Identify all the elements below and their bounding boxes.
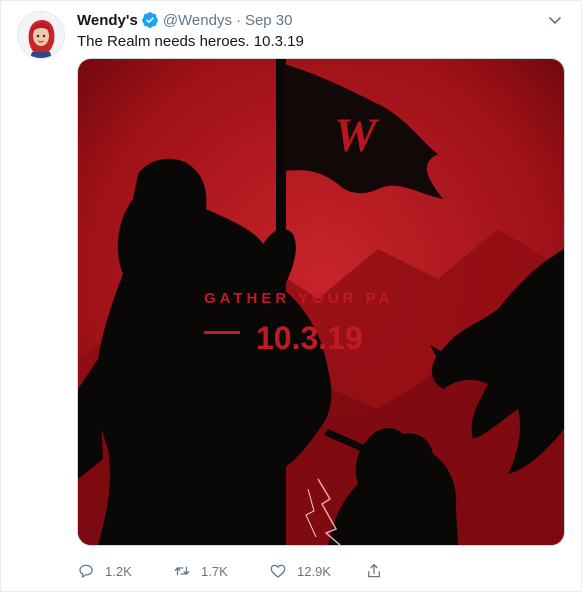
avatar[interactable] bbox=[17, 11, 65, 59]
retweet-count: 1.7K bbox=[201, 563, 228, 579]
tweet-card[interactable]: Wendy's @Wendys · Sep 30 The Realm needs… bbox=[0, 0, 582, 592]
like-count: 12.9K bbox=[297, 563, 331, 579]
tweet-date[interactable]: Sep 30 bbox=[245, 12, 293, 29]
tweet-media[interactable]: W GATHER YOUR PA 10.3.19 bbox=[77, 58, 565, 546]
tweet-header: Wendy's @Wendys · Sep 30 bbox=[77, 10, 293, 30]
flag-letter: W bbox=[334, 109, 380, 162]
tweet-text: The Realm needs heroes. 10.3.19 bbox=[77, 33, 304, 50]
media-dash bbox=[204, 331, 240, 334]
verified-badge-icon bbox=[141, 12, 158, 28]
media-date-line: 10.3.19 bbox=[256, 320, 363, 356]
retweet-button[interactable]: 1.7K bbox=[173, 562, 269, 580]
chevron-down-icon[interactable] bbox=[547, 12, 563, 28]
like-button[interactable]: 12.9K bbox=[269, 562, 365, 580]
avatar-image bbox=[18, 12, 64, 58]
like-icon bbox=[270, 564, 286, 578]
display-name[interactable]: Wendy's bbox=[77, 12, 138, 29]
reply-button[interactable]: 1.2K bbox=[77, 562, 173, 580]
handle[interactable]: @Wendys bbox=[163, 12, 232, 29]
media-artwork: W GATHER YOUR PA 10.3.19 bbox=[78, 59, 564, 545]
reply-icon bbox=[79, 564, 93, 578]
share-icon bbox=[368, 563, 380, 578]
retweet-icon bbox=[174, 566, 190, 576]
separator: · bbox=[235, 11, 241, 29]
reply-count: 1.2K bbox=[105, 563, 132, 579]
share-button[interactable] bbox=[365, 562, 461, 580]
tweet-actions: 1.2K 1.7K 12.9K bbox=[77, 559, 497, 583]
media-headline: GATHER YOUR PA bbox=[204, 290, 393, 307]
